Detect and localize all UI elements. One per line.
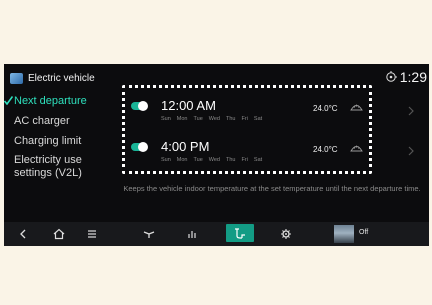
energy-chart-icon[interactable] <box>184 227 200 241</box>
sidebar-item-next-departure[interactable]: Next departure <box>4 95 112 108</box>
clock: 1:29 <box>399 69 427 85</box>
weekday: Tue <box>193 116 203 122</box>
sidebar: Next departure AC charger Charging limit… <box>4 92 112 179</box>
chevron-right-icon[interactable] <box>407 106 415 116</box>
weekday-list: Sun Mon Tue Wed Thu Fri Sat <box>161 116 262 122</box>
media-thumbnail[interactable] <box>334 225 354 243</box>
media-status-label: Off <box>359 229 369 236</box>
weekday: Wed <box>208 116 220 122</box>
schedule-row-2[interactable]: 4:00 PM Sun Mon Tue Wed Thu Fri Sat 24.0… <box>122 130 372 170</box>
weekday-list: Sun Mon Tue Wed Thu Fri Sat <box>161 157 262 163</box>
weekday: Thu <box>226 157 236 163</box>
weekday: Mon <box>176 116 188 122</box>
weekday: Sat <box>253 116 263 122</box>
weekday: Fri <box>241 157 248 163</box>
electric-vehicle-app-icon <box>10 73 23 84</box>
home-icon[interactable] <box>51 227 67 241</box>
settings-gear-icon[interactable] <box>278 227 294 241</box>
menu-icon[interactable] <box>84 227 100 241</box>
ev-tab-active[interactable] <box>226 224 254 242</box>
schedule-row-1[interactable]: 12:00 AM Sun Mon Tue Wed Thu Fri Sat 24.… <box>122 89 372 129</box>
schedule-time: 12:00 AM <box>161 98 216 113</box>
schedule-toggle[interactable] <box>131 142 148 152</box>
departure-schedule-panel: 12:00 AM Sun Mon Tue Wed Thu Fri Sat 24.… <box>122 85 372 174</box>
weekday: Wed <box>208 157 220 163</box>
schedule-temperature: 24.0°C <box>313 145 338 154</box>
bottom-navigation-bar: Off <box>4 222 429 246</box>
defrost-icon <box>350 145 363 152</box>
gps-icon <box>386 71 397 82</box>
sidebar-item-label: Charging limit <box>14 135 82 147</box>
sidebar-item-charging-limit[interactable]: Charging limit <box>4 135 112 148</box>
sidebar-item-ac-charger[interactable]: AC charger <box>4 115 112 128</box>
weekday: Sun <box>161 116 171 122</box>
hint-text: Keeps the vehicle indoor temperature at … <box>123 184 421 193</box>
toggle-knob <box>138 101 148 111</box>
sidebar-item-label: Next departure <box>14 95 87 107</box>
toggle-knob <box>138 142 148 152</box>
weekday: Tue <box>193 157 203 163</box>
schedule-toggle[interactable] <box>131 101 148 111</box>
sidebar-item-label: AC charger <box>14 115 70 127</box>
sidebar-item-label: Electricity use settings (V2L) <box>14 154 82 179</box>
check-icon <box>4 96 13 105</box>
weekday: Sun <box>161 157 171 163</box>
app-title: Electric vehicle <box>28 73 95 84</box>
schedule-temperature: 24.0°C <box>313 104 338 113</box>
fan-icon[interactable] <box>141 227 157 241</box>
weekday: Sat <box>253 157 263 163</box>
defrost-icon <box>350 104 363 111</box>
status-area: 1:29 <box>385 69 427 85</box>
ev-plug-icon <box>235 228 245 239</box>
back-icon[interactable] <box>16 227 32 241</box>
chevron-right-icon[interactable] <box>407 146 415 156</box>
schedule-time: 4:00 PM <box>161 139 210 154</box>
weekday: Mon <box>176 157 188 163</box>
weekday: Thu <box>226 116 236 122</box>
infotainment-screen: Electric vehicle 1:29 Next departure AC … <box>4 64 429 246</box>
weekday: Fri <box>241 116 248 122</box>
sidebar-item-electricity-use[interactable]: Electricity use settings (V2L) <box>4 154 94 180</box>
